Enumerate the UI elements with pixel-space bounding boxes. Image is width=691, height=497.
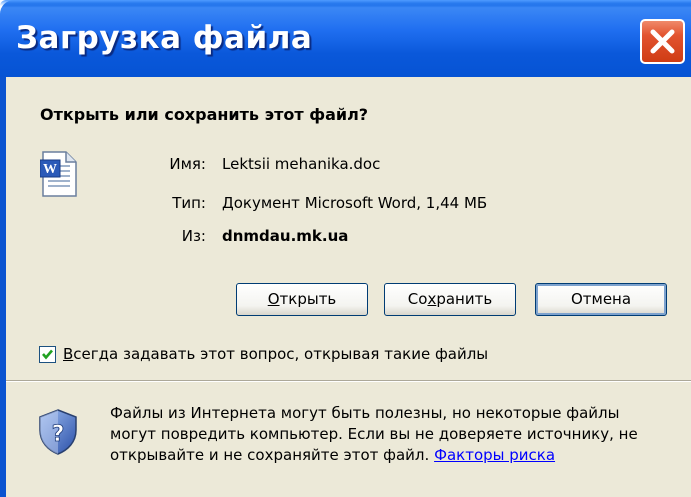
shield-question-icon: ? bbox=[39, 409, 77, 455]
warning-line-2: могут повредить компьютер. Если вы не до… bbox=[110, 425, 638, 443]
svg-text:W: W bbox=[43, 162, 57, 177]
always-ask-text: сегда задавать этот вопрос, открывая так… bbox=[73, 345, 489, 363]
prompt-question: Открыть или сохранить этот файл? bbox=[40, 105, 369, 124]
window-title: Загрузка файла bbox=[16, 20, 313, 56]
file-source-value: dnmdau.mk.ua bbox=[222, 227, 349, 245]
dialog-body: Открыть или сохранить этот файл? W Имя: … bbox=[0, 77, 691, 497]
warning-line-3-wrap: открывайте и не сохраняйте этот файл. Фа… bbox=[110, 445, 675, 466]
file-source-label: Из: bbox=[181, 227, 206, 245]
warning-line-1: Файлы из Интернета могут быть полезны, н… bbox=[110, 404, 620, 422]
file-type-value: Документ Microsoft Word, 1,44 МБ bbox=[222, 194, 488, 212]
risk-factors-link[interactable]: Факторы риска bbox=[434, 446, 555, 464]
always-ask-label[interactable]: Всегда задавать этот вопрос, открывая та… bbox=[63, 345, 488, 363]
file-name-value: Lektsii mehanika.doc bbox=[222, 155, 381, 173]
close-button[interactable] bbox=[640, 19, 685, 64]
always-ask-mnemonic: В bbox=[63, 345, 74, 363]
open-button-mnemonic: О bbox=[267, 290, 280, 308]
cancel-button[interactable]: Отмена bbox=[535, 283, 667, 316]
open-button-label: ткрыть bbox=[279, 290, 337, 308]
close-icon bbox=[650, 29, 675, 54]
file-name-label: Имя: bbox=[169, 155, 206, 173]
open-button[interactable]: Открыть bbox=[236, 283, 368, 316]
always-ask-checkbox[interactable] bbox=[39, 346, 56, 363]
save-button-label: ранить bbox=[436, 290, 493, 308]
word-document-icon: W bbox=[40, 151, 77, 197]
checkmark-icon bbox=[42, 349, 53, 360]
warning-line-3: открывайте и не сохраняйте этот файл. bbox=[110, 446, 430, 464]
security-warning: Файлы из Интернета могут быть полезны, н… bbox=[110, 403, 675, 466]
file-type-label: Тип: bbox=[172, 194, 206, 212]
svg-text:?: ? bbox=[52, 422, 65, 447]
file-download-dialog: Загрузка файла Открыть или сохранить это… bbox=[0, 0, 691, 497]
save-button-label-prefix: Со bbox=[407, 290, 428, 308]
title-bar[interactable]: Загрузка файла bbox=[0, 0, 691, 77]
save-button-mnemonic: х bbox=[427, 290, 437, 308]
save-button[interactable]: Сохранить bbox=[384, 283, 516, 316]
divider bbox=[6, 380, 691, 382]
